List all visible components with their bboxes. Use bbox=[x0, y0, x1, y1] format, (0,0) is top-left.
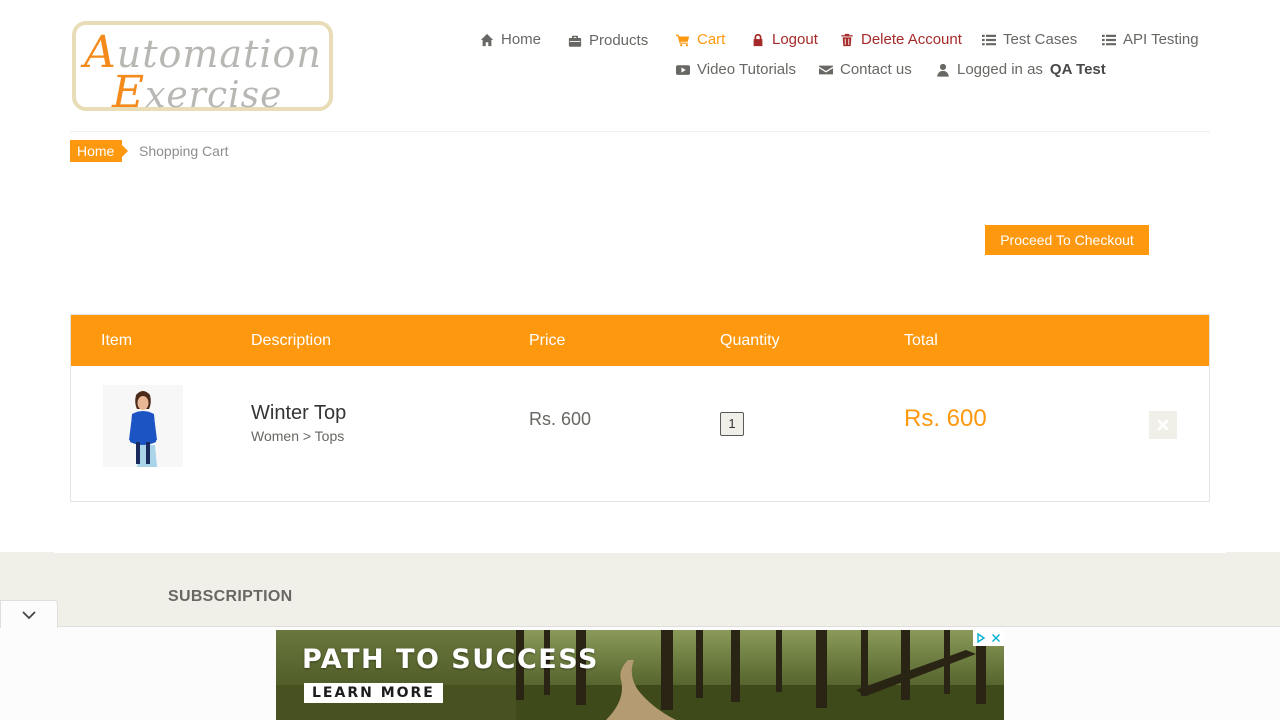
list-icon bbox=[1102, 34, 1116, 45]
nav-test-cases-label: Test Cases bbox=[1003, 31, 1078, 48]
subscription-heading: SUBSCRIPTION bbox=[168, 588, 293, 605]
times-icon bbox=[1157, 419, 1169, 431]
nav-products-label: Products bbox=[589, 32, 649, 49]
remove-item-button[interactable] bbox=[1149, 411, 1177, 439]
breadcrumb-home[interactable]: Home bbox=[70, 140, 129, 162]
adchoices-icon bbox=[976, 633, 985, 643]
nav-home-label: Home bbox=[501, 31, 542, 48]
col-quantity: Quantity bbox=[720, 332, 780, 349]
logo-initial-e: E bbox=[112, 67, 146, 118]
nav-video-tutorials[interactable]: Video Tutorials bbox=[676, 61, 796, 78]
ad-controls bbox=[973, 630, 1004, 646]
cart-table-header: Item Description Price Quantity Total bbox=[71, 315, 1209, 366]
header-divider bbox=[70, 131, 1210, 132]
logged-in-status: Logged in as QA Test bbox=[936, 61, 1106, 78]
logo-word-2: xercise bbox=[145, 75, 283, 116]
nav-home[interactable]: Home bbox=[480, 31, 541, 48]
nav-video-tutorials-label: Video Tutorials bbox=[697, 61, 796, 78]
home-icon bbox=[480, 33, 494, 46]
product-image[interactable] bbox=[103, 385, 183, 467]
ad-collapse-toggle[interactable] bbox=[0, 600, 58, 628]
envelope-icon bbox=[819, 65, 833, 74]
nav-api-testing[interactable]: API Testing bbox=[1102, 31, 1199, 48]
lock-icon bbox=[753, 33, 763, 46]
product-price: Rs. 600 bbox=[529, 409, 592, 429]
list-icon bbox=[982, 34, 996, 45]
user-icon bbox=[937, 63, 949, 77]
site-logo[interactable]: Automation Exercise bbox=[72, 21, 333, 118]
username: QA Test bbox=[1049, 61, 1106, 78]
col-price: Price bbox=[529, 332, 566, 349]
youtube-play-icon bbox=[676, 64, 690, 75]
ad-banner[interactable]: PATH TO SUCCESS LEARN MORE bbox=[276, 630, 1004, 720]
nav-delete-account-label: Delete Account bbox=[861, 31, 962, 48]
col-description: Description bbox=[251, 332, 332, 349]
nav-delete-account[interactable]: Delete Account bbox=[840, 31, 962, 48]
product-name[interactable]: Winter Top bbox=[251, 402, 346, 425]
logo-line-2: Exercise bbox=[112, 67, 282, 118]
nav-contact-us-label: Contact us bbox=[840, 61, 912, 78]
trash-icon bbox=[841, 33, 853, 46]
breadcrumb-current: Shopping Cart bbox=[139, 143, 229, 159]
ad-info-button[interactable] bbox=[973, 630, 988, 646]
nav-logout-label: Logout bbox=[772, 31, 818, 48]
close-icon bbox=[991, 634, 1000, 642]
col-total: Total bbox=[904, 332, 938, 349]
chevron-down-icon bbox=[22, 610, 36, 619]
product-total: Rs. 600 bbox=[904, 405, 987, 432]
product-category: Women > Tops bbox=[251, 428, 345, 444]
nav-products[interactable]: Products bbox=[568, 32, 648, 49]
nav-cart[interactable]: Cart bbox=[676, 31, 725, 48]
ad-cta-button[interactable]: LEARN MORE bbox=[304, 683, 443, 703]
product-quantity: 1 bbox=[720, 412, 744, 436]
proceed-to-checkout-button[interactable]: Proceed To Checkout bbox=[985, 225, 1149, 255]
col-item: Item bbox=[101, 332, 133, 349]
briefcase-icon bbox=[568, 35, 582, 47]
footer-divider bbox=[54, 552, 1226, 553]
ad-close-button[interactable] bbox=[988, 630, 1003, 646]
nav-contact-us[interactable]: Contact us bbox=[819, 61, 912, 78]
nav-cart-label: Cart bbox=[697, 31, 726, 48]
logged-in-label: Logged in as bbox=[957, 61, 1043, 78]
nav-logout[interactable]: Logout bbox=[751, 31, 818, 48]
cart-table: Item Description Price Quantity Total Wi… bbox=[70, 314, 1210, 502]
nav-api-testing-label: API Testing bbox=[1123, 31, 1199, 48]
ad-title: PATH TO SUCCESS bbox=[302, 644, 599, 675]
shopping-cart-icon bbox=[676, 34, 690, 46]
nav-test-cases[interactable]: Test Cases bbox=[982, 31, 1077, 48]
